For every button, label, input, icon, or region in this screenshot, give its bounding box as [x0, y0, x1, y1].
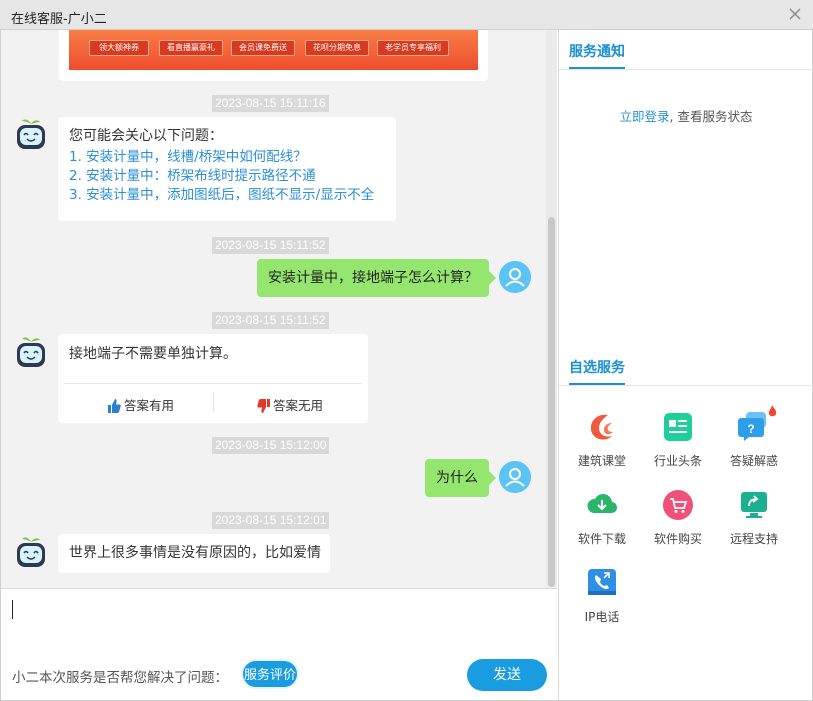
promo-chip[interactable]: 领大额神券 [89, 40, 149, 56]
promo-banner-card: 领大额神券 看直播赢豪礼 会员课免费送 花呗分期免息 老学员专享福利 [59, 30, 488, 81]
service-qa[interactable]: ? 答疑解惑 [724, 405, 784, 469]
service-purchase[interactable]: 软件购买 [648, 489, 708, 547]
close-icon[interactable] [787, 6, 803, 22]
feedback-divider [213, 392, 214, 412]
suggested-question[interactable]: 1. 安装计量中，线槽/桥架中如何配线？ [69, 148, 385, 167]
bot-avatar-icon [17, 119, 45, 149]
service-rating-button[interactable]: 服务评价 [241, 659, 299, 689]
bot-message-text: 接地端子不需要单独计算。 [69, 346, 237, 362]
service-label: 答疑解惑 [729, 454, 778, 468]
user-message: 为什么 [425, 459, 496, 497]
bot-message: 您可能会关心以下问题： 1. 安装计量中，线槽/桥架中如何配线？ 2. 安装计量… [58, 117, 396, 221]
user-avatar-icon [499, 461, 531, 493]
promo-chip[interactable]: 老学员专享福利 [377, 40, 449, 56]
text-caret [12, 600, 13, 619]
message-input-area[interactable]: 小二本次服务是否帮您解决了问题： 服务评价 发送 [1, 588, 557, 700]
bot-avatar-icon [17, 537, 45, 567]
course-icon [590, 414, 613, 440]
service-label: 软件下载 [577, 532, 626, 546]
message-timestamp: 2023-08-15 15:11:52 [212, 237, 329, 254]
suggested-question[interactable]: 2. 安装计量中：桥架布线时提示路径不通 [69, 167, 385, 186]
thumbs-down-icon [257, 398, 270, 413]
bot-message: 接地端子不需要单独计算。 答案有用 答案无用 [58, 334, 368, 423]
suggested-question[interactable]: 3. 安装计量中，添加图纸后，图纸不显示/显示不全 [69, 186, 385, 205]
message-timestamp: 2023-08-15 15:12:00 [212, 437, 330, 454]
promo-chip[interactable]: 会员课免费送 [231, 40, 295, 56]
answer-feedback: 答案有用 答案无用 [64, 383, 362, 423]
login-notice-text: , 查看服务状态 [669, 109, 753, 124]
phone-icon [588, 569, 616, 595]
chat-scrollbar-thumb[interactable] [548, 217, 555, 587]
answer-useless-button[interactable]: 答案无用 [257, 396, 323, 415]
bot-message-text: 世界上很多事情是没有原因的，比如爱情 [69, 545, 321, 561]
bot-avatar-icon [17, 337, 45, 367]
satisfaction-prompt: 小二本次服务是否帮您解决了问题： [12, 670, 228, 686]
news-icon [664, 413, 692, 441]
service-label: 远程支持 [729, 532, 778, 546]
answer-useless-label: 答案无用 [273, 398, 324, 413]
answer-useful-button[interactable]: 答案有用 [108, 396, 174, 415]
service-ip-phone[interactable]: IP电话 [572, 567, 632, 625]
answer-useful-label: 答案有用 [124, 398, 175, 413]
self-service-title: 自选服务 [569, 360, 625, 376]
service-label: 建筑课堂 [577, 454, 626, 468]
message-timestamp: 2023-08-15 15:12:01 [212, 512, 330, 529]
message-timestamp: 2023-08-15 15:11:52 [212, 312, 329, 329]
section-divider [559, 69, 813, 70]
user-avatar-icon [499, 261, 531, 293]
qa-icon: ? [738, 405, 777, 441]
promo-chip[interactable]: 花呗分期免息 [305, 40, 369, 56]
service-course[interactable]: 建筑课堂 [572, 411, 632, 469]
window-title: 在线客服-广小二 [11, 12, 107, 27]
message-timestamp: 2023-08-15 15:11:16 [212, 95, 329, 112]
service-label: 行业头条 [653, 454, 702, 468]
user-message: 安装计量中，接地端子怎么计算？ [257, 259, 496, 297]
chat-scrollbar[interactable] [546, 31, 557, 587]
service-label: IP电话 [584, 610, 620, 624]
bot-message-intro: 您可能会关心以下问题： [69, 128, 223, 144]
svg-text:?: ? [747, 422, 754, 436]
service-notice-title: 服务通知 [569, 44, 625, 60]
promo-banner[interactable]: 领大额神券 看直播赢豪礼 会员课免费送 花呗分期免息 老学员专享福利 [69, 30, 478, 70]
bot-message: 世界上很多事情是没有原因的，比如爱情 [58, 534, 330, 573]
service-download[interactable]: 软件下载 [572, 489, 632, 547]
remote-icon [741, 492, 767, 518]
chat-messages[interactable]: 领大额神券 看直播赢豪礼 会员课免费送 花呗分期免息 老学员专享福利 2023-… [1, 30, 557, 588]
service-label: 软件购买 [653, 532, 702, 546]
cart-icon [663, 490, 693, 520]
title-bar: 在线客服-广小二 [0, 0, 813, 30]
promo-chip[interactable]: 看直播赢豪礼 [159, 40, 223, 56]
download-icon [587, 494, 618, 514]
login-notice: 立即登录, 查看服务状态 [559, 106, 813, 125]
service-news[interactable]: 行业头条 [648, 411, 708, 469]
thumbs-up-icon [108, 398, 121, 413]
section-divider [559, 385, 813, 386]
send-button[interactable]: 发送 [467, 659, 547, 691]
service-sidebar: 服务通知 立即登录, 查看服务状态 自选服务 建筑课堂 行业头条 ? 答疑解惑 … [558, 30, 813, 700]
login-link[interactable]: 立即登录 [620, 109, 670, 124]
service-remote[interactable]: 远程支持 [724, 489, 784, 547]
